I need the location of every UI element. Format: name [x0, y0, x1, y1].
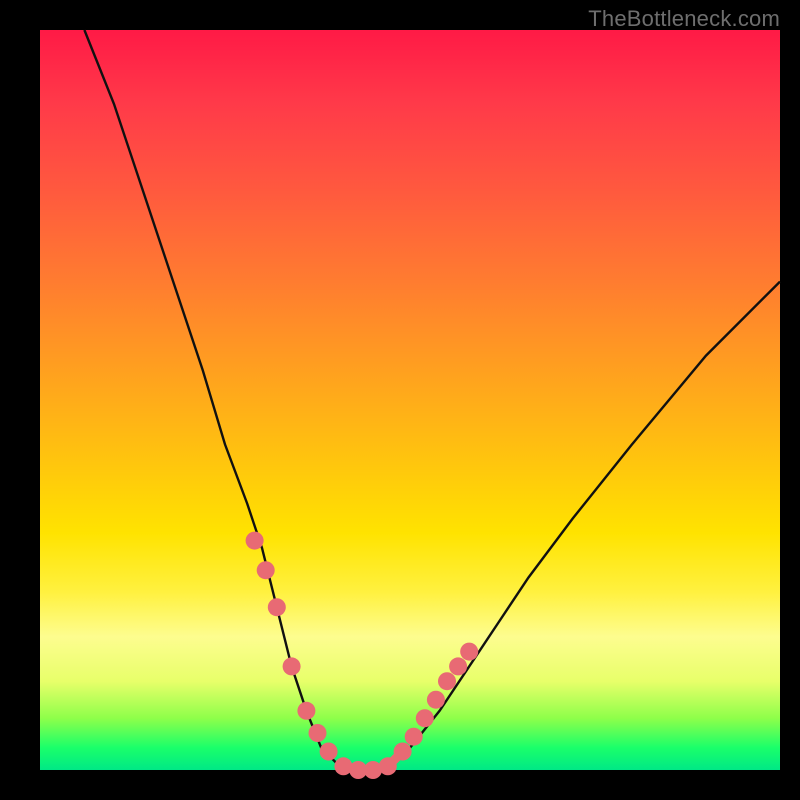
watermark-text: TheBottleneck.com [588, 6, 780, 32]
marker-dot [283, 657, 301, 675]
chart-frame: TheBottleneck.com [0, 0, 800, 800]
marker-dot [449, 657, 467, 675]
marker-dot [246, 532, 264, 550]
marker-dot [416, 709, 434, 727]
marker-group [246, 532, 479, 779]
marker-dot [297, 702, 315, 720]
marker-dot [257, 561, 275, 579]
marker-dot [427, 691, 445, 709]
marker-dot [460, 643, 478, 661]
marker-dot [268, 598, 286, 616]
marker-dot [405, 728, 423, 746]
bottleneck-curve [84, 30, 780, 770]
marker-dot [438, 672, 456, 690]
marker-dot [309, 724, 327, 742]
chart-svg [40, 30, 780, 770]
marker-dot [320, 743, 338, 761]
plot-area [40, 30, 780, 770]
